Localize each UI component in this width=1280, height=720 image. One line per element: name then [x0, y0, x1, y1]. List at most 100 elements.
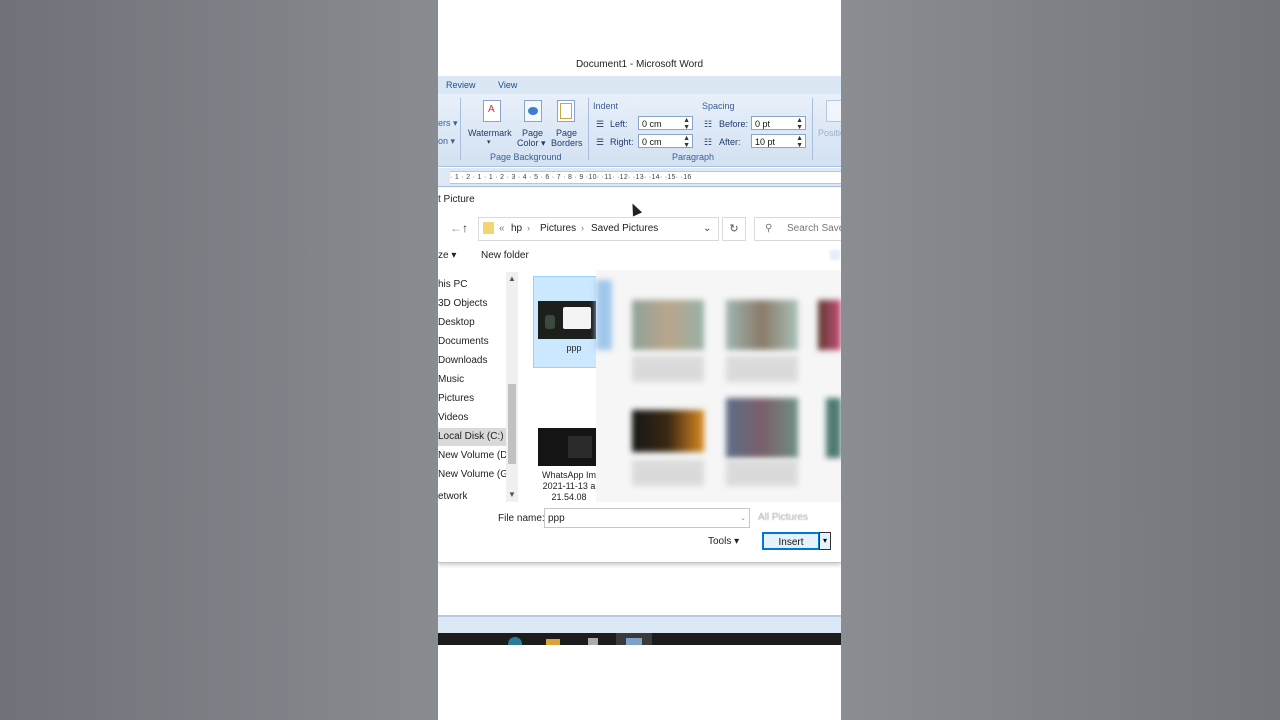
blurred-label — [726, 356, 798, 382]
indent-left-icon: ☰ — [596, 119, 605, 129]
blurred-thumbnail — [632, 410, 704, 452]
refresh-button[interactable]: ↻ — [722, 217, 746, 241]
spacing-after-value: 10 pt — [755, 137, 776, 147]
edge-icon[interactable] — [508, 637, 522, 645]
blurred-thumbnail — [726, 398, 798, 458]
search-input[interactable]: ⚲ Search Saved — [754, 217, 841, 241]
insert-button[interactable]: Insert — [762, 532, 820, 550]
video-frame: Document1 - Microsoft Word Review View e… — [438, 0, 841, 720]
spinner-arrows-icon[interactable]: ▲ ▼ — [796, 117, 803, 131]
indent-group-label: Indent — [593, 101, 619, 111]
page-borders-label-2: Borders — [551, 138, 583, 148]
file-type-filter[interactable]: All Pictures — [758, 508, 841, 528]
ribbon-cut-item-1[interactable]: ers ▾ — [438, 118, 458, 129]
word-taskbar-icon[interactable] — [616, 633, 652, 645]
search-icon: ⚲ — [765, 223, 773, 234]
nav-item-music[interactable]: Music — [438, 371, 508, 389]
horizontal-ruler[interactable]: · 1 · 2 · 1 · 1 · 2 · 3 · 4 · 5 · 6 · 7 … — [438, 168, 841, 187]
indent-right-spinner[interactable]: 0 cm ▲ ▼ — [638, 134, 693, 149]
watermark-label: Watermark — [468, 128, 512, 138]
breadcrumb-hp[interactable]: hp — [511, 223, 522, 234]
page-borders-label-1: Page — [556, 128, 578, 138]
blurred-thumbnail — [726, 300, 798, 350]
nav-item-network[interactable]: etwork — [438, 485, 508, 502]
taskbar — [438, 633, 841, 645]
chevron-down-icon[interactable]: ⌄ — [740, 509, 746, 529]
tab-review[interactable]: Review — [446, 80, 476, 90]
page-background-group-label: Page Background — [490, 152, 562, 162]
file-type-value: All Pictures — [758, 512, 809, 523]
spacing-before-spinner[interactable]: 0 pt ▲ ▼ — [751, 116, 806, 131]
back-arrow-icon[interactable]: ← — [450, 221, 462, 235]
file-name-label: File name: — [498, 513, 545, 524]
spacing-after-label: After: — [719, 137, 741, 147]
spacing-before-icon: ☷ — [704, 119, 713, 129]
scroll-up-icon[interactable]: ▲ — [508, 274, 516, 283]
dialog-title: t Picture — [438, 194, 475, 205]
chevron-right-icon: › — [527, 223, 530, 233]
watermark-icon: A — [483, 100, 501, 122]
indent-left-spinner[interactable]: 0 cm ▲ ▼ — [638, 116, 693, 131]
ribbon-cut-item-2[interactable]: on ▾ — [438, 136, 455, 147]
refresh-icon: ↻ — [729, 223, 739, 235]
chevron-right-icon: › — [581, 223, 584, 233]
chevron-down-icon[interactable]: ⌄ — [703, 223, 711, 234]
file-name-input[interactable]: ppp ⌄ — [544, 508, 750, 528]
spacing-after-icon: ☷ — [704, 137, 713, 147]
indent-right-value: 0 cm — [642, 137, 662, 147]
position-icon — [826, 100, 841, 122]
indent-left-label: Left: — [610, 119, 628, 129]
spinner-arrows-icon[interactable]: ▲ ▼ — [683, 117, 690, 131]
spacing-before-value: 0 pt — [755, 119, 771, 129]
paragraph-group-label: Paragraph — [672, 152, 715, 162]
blurred-label — [632, 356, 704, 382]
navigation-pane: his PC 3D Objects Desktop Documents Down… — [438, 272, 508, 502]
ruler-scale: · 1 · 2 · 1 · 1 · 2 · 3 · 4 · 5 · 6 · 7 … — [450, 171, 841, 184]
view-options-icon[interactable] — [830, 250, 840, 260]
nav-item-new-volume-d[interactable]: New Volume (D: — [438, 447, 508, 465]
new-folder-button[interactable]: New folder — [481, 250, 529, 261]
position-button-label[interactable]: Positio — [818, 128, 841, 138]
tools-menu[interactable]: Tools ▾ — [708, 536, 739, 547]
nav-item-3d-objects[interactable]: 3D Objects — [438, 295, 508, 313]
spacing-group-label: Spacing — [702, 101, 735, 111]
spacing-after-spinner[interactable]: 10 pt ▲ ▼ — [751, 134, 806, 149]
blurred-thumbnail — [596, 280, 612, 350]
page-color-label-2: Color ▾ — [517, 138, 546, 148]
nav-scrollbar[interactable]: ▲ ▼ — [506, 272, 518, 502]
blurred-thumbnail — [632, 300, 704, 350]
nav-item-new-volume-g[interactable]: New Volume (G: — [438, 466, 508, 484]
page-color-label-1: Page — [522, 128, 544, 138]
nav-item-pictures[interactable]: Pictures — [438, 390, 508, 408]
word-status-bar — [438, 615, 841, 635]
spinner-arrows-icon[interactable]: ▲ ▼ — [683, 135, 690, 149]
nav-item-local-disk-c[interactable]: Local Disk (C:) — [438, 428, 508, 446]
search-placeholder: Search Saved — [787, 223, 841, 234]
scroll-down-icon[interactable]: ▼ — [508, 490, 516, 499]
indent-left-value: 0 cm — [642, 119, 662, 129]
path-overflow[interactable]: « — [499, 223, 505, 234]
spinner-arrows-icon[interactable]: ▲ ▼ — [796, 135, 803, 149]
file-explorer-icon[interactable] — [546, 639, 560, 645]
nav-item-videos[interactable]: Videos — [438, 409, 508, 427]
scrollbar-thumb[interactable] — [508, 384, 516, 464]
tab-view[interactable]: View — [498, 80, 517, 90]
ribbon: ers ▾ on ▾ A Watermark ▾ Page Color ▾ Pa… — [438, 94, 841, 167]
up-arrow-icon[interactable]: ↑ — [462, 221, 468, 235]
address-bar[interactable]: « hp › Pictures › Saved Pictures ⌄ — [478, 217, 719, 241]
nav-item-downloads[interactable]: Downloads — [438, 352, 508, 370]
file-name-value: ppp — [548, 513, 565, 524]
breadcrumb-saved-pictures[interactable]: Saved Pictures — [591, 223, 658, 234]
nav-item-this-pc[interactable]: his PC — [438, 276, 508, 294]
ribbon-separator — [460, 98, 461, 160]
store-icon[interactable] — [588, 638, 598, 645]
ribbon-tabs: Review View — [438, 76, 841, 95]
nav-item-desktop[interactable]: Desktop — [438, 314, 508, 332]
page-color-icon — [524, 100, 542, 122]
insert-dropdown-button[interactable]: ▾ — [819, 532, 831, 550]
breadcrumb-pictures[interactable]: Pictures — [540, 223, 576, 234]
folder-icon — [483, 222, 494, 234]
watermark-dropdown-arrow: ▾ — [487, 139, 491, 146]
nav-item-documents[interactable]: Documents — [438, 333, 508, 351]
organize-menu[interactable]: ze ▾ — [438, 250, 456, 261]
